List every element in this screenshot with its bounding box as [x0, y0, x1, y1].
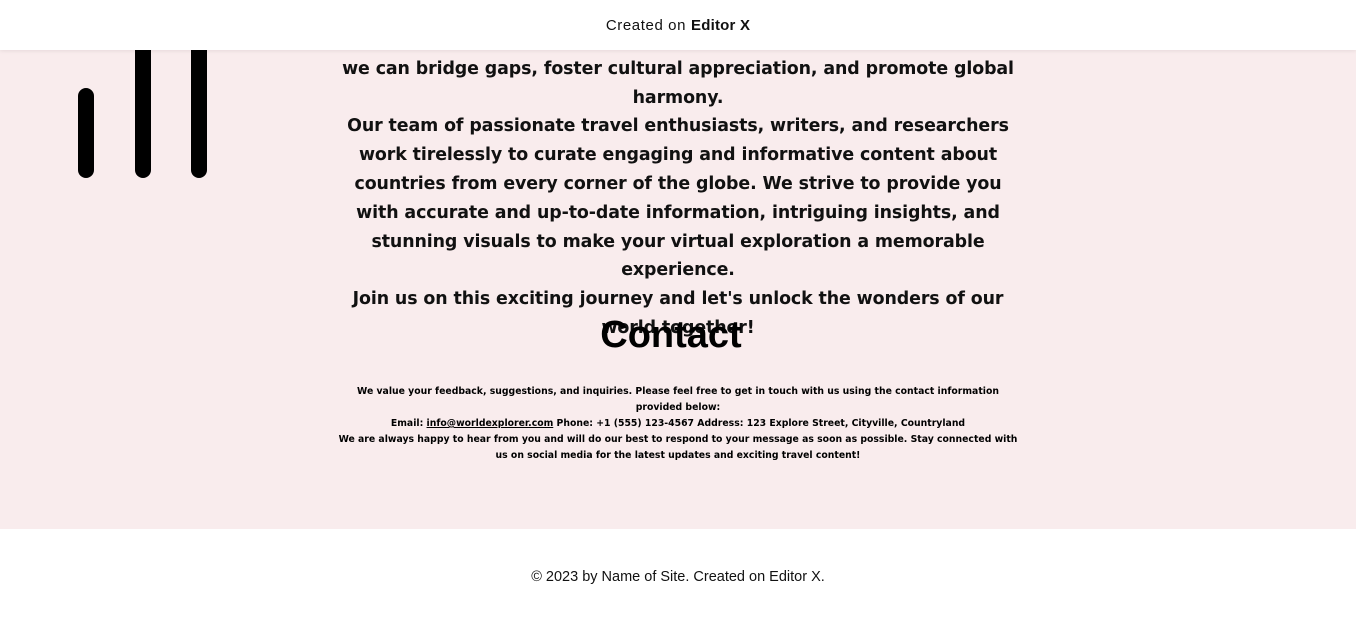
editor-x-banner[interactable]: Created on Editor X: [0, 0, 1356, 50]
phone-label: Phone:: [556, 418, 593, 429]
contact-heading: Contact: [600, 314, 742, 356]
address-value: 123 Explore Street, Cityville, Countryla…: [746, 418, 966, 429]
contact-outro: We are always happy to hear from you and…: [338, 434, 1018, 461]
contact-intro: We value your feedback, suggestions, and…: [357, 386, 999, 413]
phone-value: +1 (555) 123-4567: [596, 418, 695, 429]
email-label: Email:: [390, 418, 424, 429]
contact-details: Email: info@worldexplorer.com Phone: +1 …: [336, 416, 1020, 432]
contact-info: We value your feedback, suggestions, and…: [336, 384, 1020, 464]
bar-short: [78, 88, 94, 178]
about-paragraph-2: Our team of passionate travel enthusiast…: [347, 116, 1009, 281]
banner-prefix: Created on: [605, 16, 687, 34]
footer-copyright: © 2023 by Name of Site. Created on Edito…: [531, 569, 825, 585]
about-contact-section: learning about different countries and t…: [0, 0, 1356, 529]
site-footer: © 2023 by Name of Site. Created on Edito…: [0, 529, 1356, 629]
about-text: learning about different countries and t…: [338, 26, 1018, 343]
email-link[interactable]: info@worldexplorer.com: [427, 418, 554, 429]
editor-x-logo[interactable]: Editor X: [691, 17, 750, 34]
address-label: Address:: [697, 418, 744, 429]
